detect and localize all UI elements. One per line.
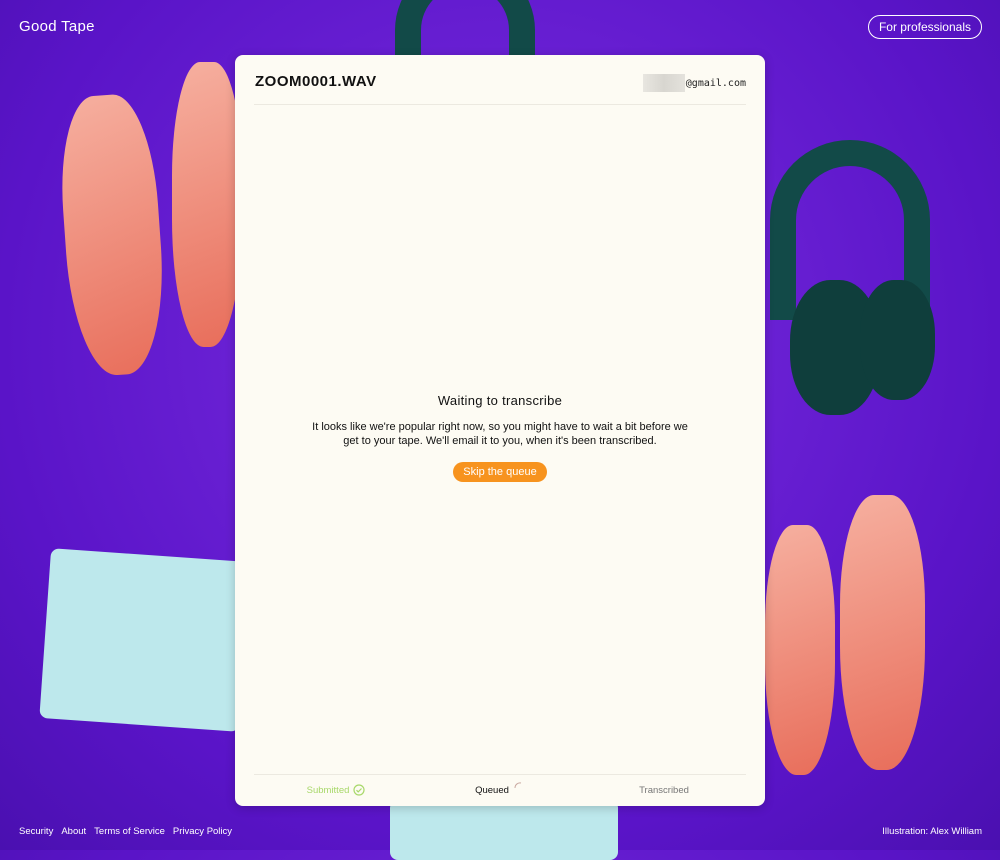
logo[interactable]: Good Tape xyxy=(19,18,95,35)
ballet-shoe-illustration xyxy=(55,92,170,378)
step-queued: Queued xyxy=(418,782,582,796)
transcription-card: ZOOM0001.WAV @gmail.com Waiting to trans… xyxy=(235,55,765,806)
footer-link-privacy[interactable]: Privacy Policy xyxy=(173,826,232,837)
step-transcribed: Transcribed xyxy=(639,784,689,796)
clapperboard-illustration xyxy=(390,800,618,860)
spinner-icon xyxy=(514,782,522,789)
illustration-credit: Illustration: Alex William xyxy=(882,826,982,837)
step-submitted: Submitted xyxy=(254,784,418,796)
clapperboard-illustration xyxy=(39,548,251,732)
for-professionals-button[interactable]: For professionals xyxy=(867,15,982,39)
redacted-email xyxy=(642,74,685,92)
user-email[interactable]: @gmail.com xyxy=(642,74,746,92)
footer-links: Security About Terms of Service Privacy … xyxy=(19,826,232,837)
skip-queue-button[interactable]: Skip the queue xyxy=(453,462,547,482)
footer-link-about[interactable]: About xyxy=(61,826,86,837)
ballet-shoe-illustration xyxy=(172,62,242,347)
status-panel: Waiting to transcribe It looks like we'r… xyxy=(235,393,765,482)
file-title: ZOOM0001.WAV xyxy=(255,73,377,90)
headphones-illustration xyxy=(395,0,535,60)
divider xyxy=(254,774,746,775)
divider xyxy=(254,104,746,105)
ballet-shoe-illustration xyxy=(765,525,835,775)
footer-link-security[interactable]: Security xyxy=(19,826,53,837)
status-title: Waiting to transcribe xyxy=(437,393,563,408)
status-message: It looks like we're popular right now, s… xyxy=(312,421,688,447)
progress-steps: Submitted Queued Transcribed xyxy=(254,782,746,796)
headphone-cup xyxy=(860,280,935,400)
ballet-shoe-illustration xyxy=(840,495,925,770)
footer-link-terms[interactable]: Terms of Service xyxy=(94,826,165,837)
check-circle-icon xyxy=(353,784,365,796)
